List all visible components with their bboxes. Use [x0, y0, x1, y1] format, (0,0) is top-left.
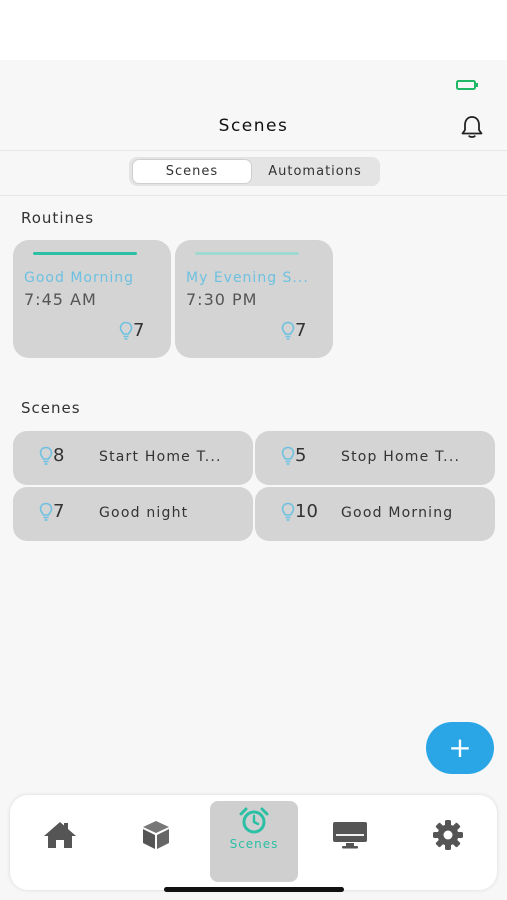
- scene-card[interactable]: 8 Start Home T...: [13, 431, 253, 485]
- scene-device-count: 7: [39, 501, 64, 522]
- scene-device-count: 5: [281, 445, 306, 466]
- routine-device-count: 7: [119, 320, 144, 341]
- tab-settings[interactable]: [418, 805, 478, 865]
- scene-name: Start Home T...: [99, 449, 222, 465]
- scene-count-value: 7: [53, 501, 65, 522]
- add-scene-button[interactable]: +: [426, 722, 494, 774]
- light-bulb-icon: [39, 502, 53, 521]
- segmented-control: Scenes Automations: [129, 157, 380, 186]
- scenes-section-title: Scenes: [21, 399, 81, 417]
- routine-progress-bar: [195, 252, 299, 255]
- light-bulb-icon: [119, 321, 133, 340]
- routine-time: 7:30 PM: [186, 290, 258, 309]
- light-bulb-icon: [281, 446, 295, 465]
- scene-device-count: 8: [39, 445, 64, 466]
- tab-devices[interactable]: [126, 805, 186, 865]
- scene-card[interactable]: 5 Stop Home T...: [255, 431, 495, 485]
- routine-card[interactable]: My Evening S... 7:30 PM 7: [175, 240, 333, 358]
- light-bulb-icon: [281, 321, 295, 340]
- routines-section-title: Routines: [21, 209, 95, 227]
- routine-count-value: 7: [295, 320, 307, 341]
- monitor-icon: [333, 822, 367, 849]
- scene-card[interactable]: 7 Good night: [13, 487, 253, 541]
- plus-icon: +: [448, 731, 472, 764]
- tab-home[interactable]: [30, 805, 90, 865]
- cube-icon: [143, 821, 169, 849]
- scene-card[interactable]: 10 Good Morning: [255, 487, 495, 541]
- scene-name: Stop Home T...: [341, 449, 461, 465]
- home-icon: [44, 822, 76, 848]
- routine-name: Good Morning: [24, 270, 134, 286]
- light-bulb-icon: [39, 446, 53, 465]
- scene-count-value: 8: [53, 445, 65, 466]
- routine-time: 7:45 AM: [24, 290, 97, 309]
- bottom-tab-bar: Scenes: [10, 795, 497, 890]
- routine-name: My Evening S...: [186, 270, 309, 286]
- segment-divider: [0, 195, 507, 196]
- scene-count-value: 10: [295, 501, 318, 522]
- battery-icon: [456, 80, 478, 90]
- scene-count-value: 5: [295, 445, 307, 466]
- routine-progress-bar: [33, 252, 137, 255]
- tab-scenes-label: Scenes: [229, 837, 279, 851]
- tab-scenes[interactable]: Scenes: [210, 801, 298, 882]
- gear-icon: [433, 820, 463, 850]
- segment-scenes-button[interactable]: Scenes: [132, 159, 252, 184]
- scene-name: Good Morning: [341, 505, 454, 521]
- page-title: Scenes: [218, 116, 289, 136]
- routine-card[interactable]: Good Morning 7:45 AM 7: [13, 240, 171, 358]
- segment-automations-button[interactable]: Automations: [253, 159, 377, 184]
- light-bulb-icon: [281, 502, 295, 521]
- home-indicator: [164, 887, 344, 892]
- routine-device-count: 7: [281, 320, 306, 341]
- tab-media[interactable]: [320, 805, 380, 865]
- header-divider: [0, 150, 507, 151]
- alarm-clock-icon: [239, 807, 269, 834]
- scene-device-count: 10: [281, 501, 318, 522]
- routine-count-value: 7: [133, 320, 145, 341]
- scene-name: Good night: [99, 505, 189, 521]
- notification-bell-icon[interactable]: [458, 113, 486, 141]
